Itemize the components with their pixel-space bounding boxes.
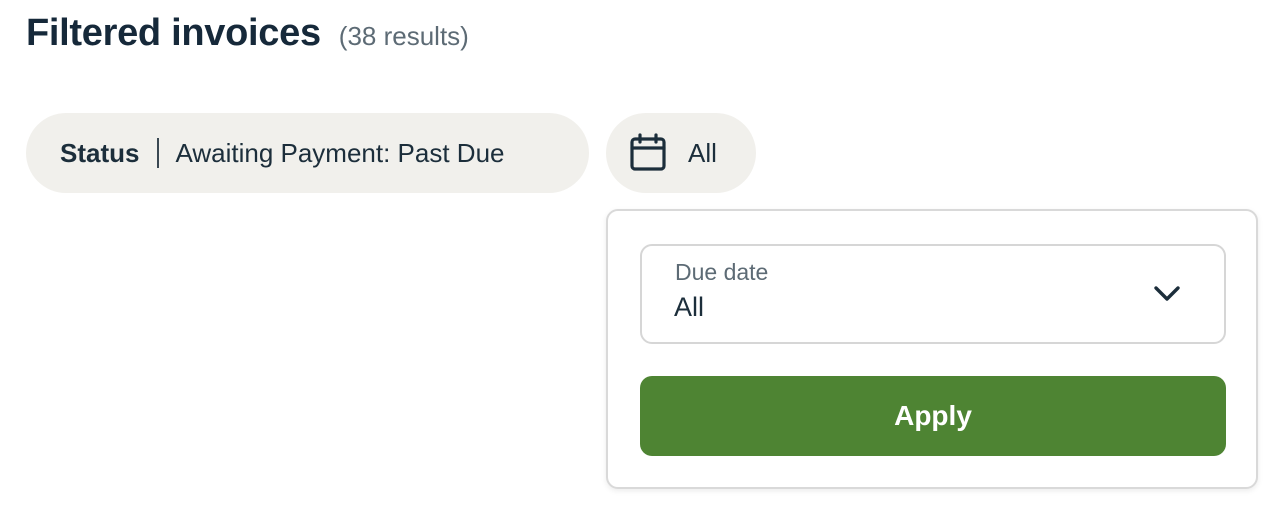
status-filter-chip[interactable]: Status Awaiting Payment: Past Due (26, 113, 589, 193)
result-count: (38 results) (338, 21, 469, 51)
chip-divider (157, 138, 160, 168)
apply-button[interactable]: Apply (640, 376, 1226, 456)
due-date-label: Due date (675, 259, 769, 285)
page-title: Filtered invoices (26, 12, 321, 54)
due-date-value: All (674, 292, 705, 322)
status-filter-label: Status (60, 137, 140, 168)
date-filter-dropdown: Due date All Apply (606, 209, 1258, 489)
date-filter-chip[interactable]: All (606, 113, 756, 193)
due-date-select[interactable]: Due date All (640, 244, 1226, 344)
calendar-icon (628, 133, 668, 173)
date-filter-value: All (688, 137, 717, 168)
filter-bar: Status Awaiting Payment: Past Due All (26, 113, 756, 193)
page-header: Filtered invoices (38 results) (26, 12, 469, 55)
status-filter-value: Awaiting Payment: Past Due (175, 137, 505, 168)
chevron-down-icon (1152, 281, 1182, 305)
